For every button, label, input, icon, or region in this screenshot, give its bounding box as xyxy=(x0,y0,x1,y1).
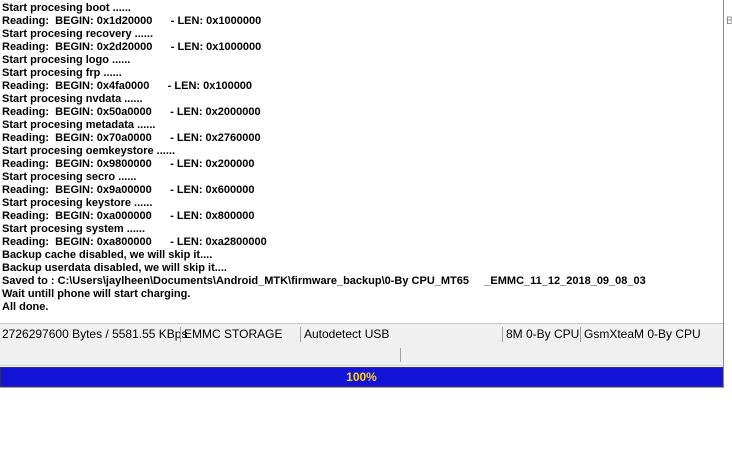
log-output: Start procesing boot ...... Reading: BEGI… xyxy=(0,0,723,322)
status-divider xyxy=(300,327,301,342)
log-line: Reading: BEGIN: 0x4fa0000 - LEN: 0x10000… xyxy=(2,80,253,92)
log-line: Wait untill phone will start charging. xyxy=(2,288,191,300)
progress-bar: 100% xyxy=(0,367,723,387)
status-divider xyxy=(502,327,503,342)
log-line: Reading: BEGIN: 0x9a00000 - LEN: 0x60000… xyxy=(2,184,255,196)
log-line: Start procesing metadata ...... xyxy=(2,119,156,131)
log-line: Reading: BEGIN: 0x2d20000 - LEN: 0x10000… xyxy=(2,41,262,53)
status-team: GsmXteaM 0-By CPU xyxy=(584,327,701,341)
log-line: Start procesing secro ...... xyxy=(2,171,137,183)
status-divider xyxy=(580,327,581,342)
log-line: Start procesing boot ...... xyxy=(2,2,131,14)
log-line: Start procesing system ...... xyxy=(2,223,146,235)
log-line: Start procesing recovery ...... xyxy=(2,28,154,40)
status-storage: EMMC STORAGE xyxy=(184,327,283,341)
log-line: Start procesing nvdata ...... xyxy=(2,93,143,105)
log-line: Start procesing keystore ...... xyxy=(2,197,153,209)
log-line: Start procesing oemkeystore ...... xyxy=(2,145,176,157)
log-line: Reading: BEGIN: 0x50a0000 - LEN: 0x20000… xyxy=(2,106,261,118)
status-cpu: 8M 0-By CPU xyxy=(506,327,580,341)
sub-bar-divider xyxy=(400,348,401,362)
status-transfer: 2726297600 Bytes / 5581.55 KBps xyxy=(2,327,188,341)
log-line: Reading: BEGIN: 0x1d20000 - LEN: 0x10000… xyxy=(2,15,262,27)
status-divider xyxy=(180,327,181,342)
log-line: Reading: BEGIN: 0x9800000 - LEN: 0x20000… xyxy=(2,158,255,170)
clipped-label: B xyxy=(726,15,732,27)
progress-label: 100% xyxy=(346,370,377,384)
window-right-edge xyxy=(723,0,732,388)
status-usb: Autodetect USB xyxy=(304,327,390,341)
log-line: Saved to : C:\Users\jaylheen\Documents\A… xyxy=(2,275,646,287)
log-line: Start procesing frp ...... xyxy=(2,67,122,79)
log-line: Reading: BEGIN: 0xa800000 - LEN: 0xa2800… xyxy=(2,236,267,248)
status-bar: 2726297600 Bytes / 5581.55 KBps EMMC STO… xyxy=(0,323,723,346)
log-line: Start procesing logo ...... xyxy=(2,54,131,66)
log-line: All done. xyxy=(2,301,49,313)
secondary-status-bar xyxy=(0,345,723,366)
log-line: Backup cache disabled, we will skip it..… xyxy=(2,249,213,261)
log-line: Backup userdata disabled, we will skip i… xyxy=(2,262,227,274)
log-line: Reading: BEGIN: 0x70a0000 - LEN: 0x27600… xyxy=(2,132,261,144)
log-line: Reading: BEGIN: 0xa000000 - LEN: 0x80000… xyxy=(2,210,255,222)
window-bottom-border xyxy=(0,387,723,388)
